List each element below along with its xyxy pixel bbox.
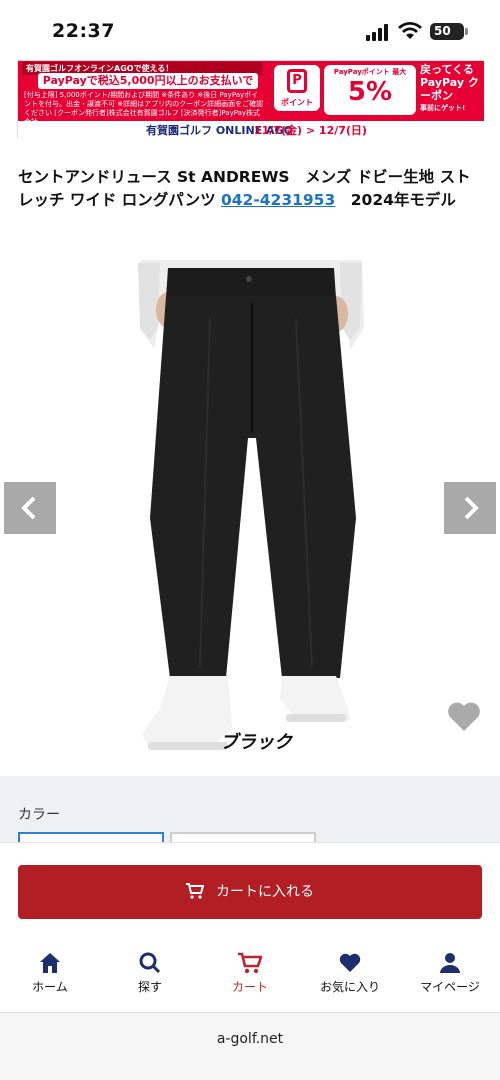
product-title: セントアンドリュース St ANDREWS メンズ ドビー生地 ストレッチ ワイ… [18, 166, 482, 212]
cart-icon [238, 952, 262, 974]
banner-right-text: 戻ってくる PayPay クーポン 事前にゲット! [420, 63, 482, 115]
favorite-button[interactable] [444, 696, 484, 736]
paypay-point-label: ポイント [281, 98, 313, 107]
browser-url-bar[interactable]: a-golf.net [0, 1012, 500, 1080]
color-label: カラー [18, 807, 60, 823]
cart-bar: カートに入れる [0, 842, 500, 940]
cart-icon [186, 882, 204, 899]
banner-percent-box: PayPayポイント 最大 5% [324, 65, 416, 115]
nav-favorites-label: お気に入り [319, 980, 380, 994]
status-time: 22:37 [52, 20, 115, 42]
add-to-cart-label: カートに入れる [216, 884, 314, 900]
paypay-logo-icon: P [287, 69, 307, 93]
search-icon [139, 952, 161, 974]
nav-cart-label: カート [231, 980, 268, 994]
promo-banner[interactable]: 有賀園ゴルフオンラインAGOで使える！ PayPayで税込5,000円以上のお支… [17, 60, 484, 139]
nav-cart[interactable]: カート [200, 952, 300, 995]
heart-icon [339, 953, 361, 972]
carousel-next-button[interactable] [444, 482, 496, 534]
person-icon [440, 953, 460, 973]
wifi-icon [398, 22, 422, 39]
paypay-point-logo: P ポイント [274, 65, 320, 111]
product-image-carousel[interactable]: ブラック [0, 258, 500, 778]
nav-home-label: ホーム [32, 980, 68, 994]
product-image [138, 260, 364, 750]
product-title-year: 2024年モデル [335, 191, 456, 209]
banner-bottom-strip: 有賀園ゴルフ ONLINE AGO 11/7(金) > 12/7(日) [18, 121, 484, 139]
status-bar: 22:37 50 [0, 0, 500, 58]
battery-icon: 50 [430, 23, 464, 40]
bottom-nav: ホーム 探す カート お気に入り マイページ [0, 940, 500, 1012]
banner-dates: 11/7(金) > 12/7(日) [254, 124, 367, 137]
image-caption: ブラック [220, 732, 292, 753]
color-section: カラー [0, 776, 500, 846]
banner-promo-text: PayPayで税込5,000円以上のお支払いで [38, 73, 258, 89]
chevron-left-icon [21, 496, 36, 520]
nav-search-label: 探す [137, 980, 162, 994]
chevron-right-icon [464, 496, 479, 520]
phone-link[interactable]: 042-4231953 [221, 191, 335, 209]
nav-search[interactable]: 探す [100, 952, 200, 995]
banner-coupon-small: 事前にゲット! [420, 104, 466, 112]
heart-icon [448, 702, 480, 731]
url-text: a-golf.net [216, 1031, 284, 1047]
battery-tip [465, 28, 468, 35]
nav-home[interactable]: ホーム [0, 952, 100, 995]
add-to-cart-button[interactable]: カートに入れる [18, 865, 482, 919]
nav-mypage[interactable]: マイページ [400, 952, 500, 995]
nav-mypage-label: マイページ [420, 980, 480, 994]
banner-coupon-text: 戻ってくる PayPay クーポン [420, 63, 479, 102]
carousel-prev-button[interactable] [4, 482, 56, 534]
banner-percent: 5% [347, 77, 393, 107]
nav-favorites[interactable]: お気に入り [300, 952, 400, 995]
banner-max-text: PayPayポイント 最大 [333, 68, 407, 76]
home-icon [40, 953, 60, 973]
cellular-signal-icon [366, 24, 388, 41]
battery-level: 50 [434, 24, 451, 38]
